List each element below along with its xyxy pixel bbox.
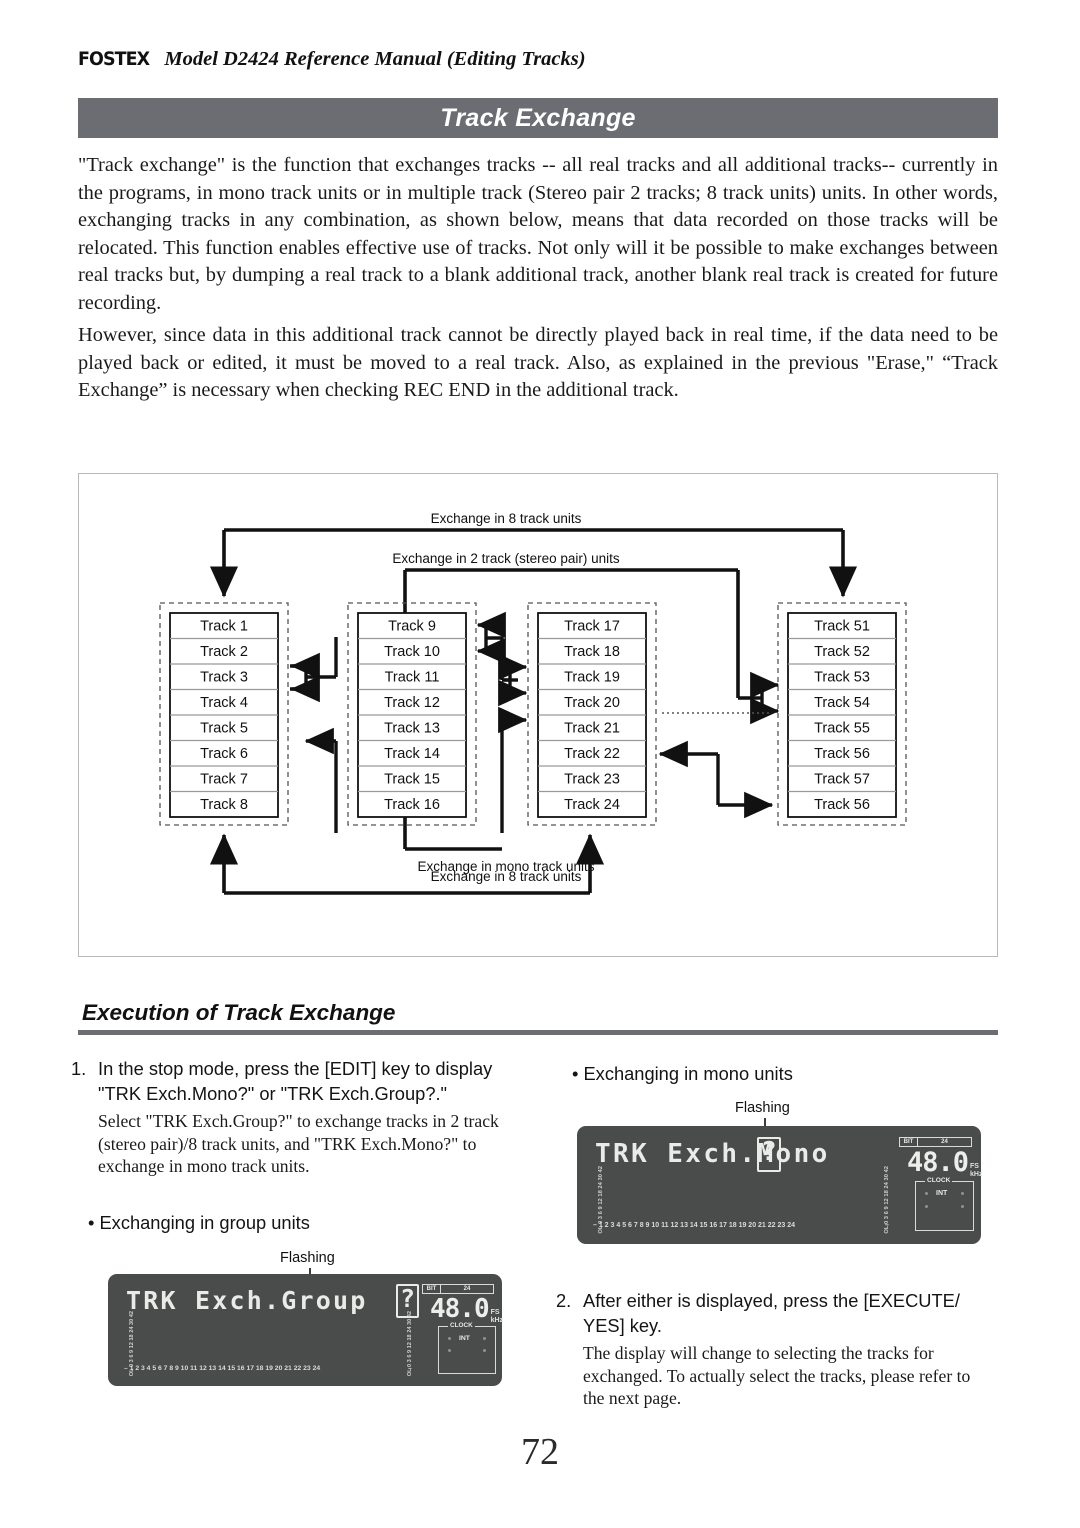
lcd-group-fs-unit-bottom: kHz <box>490 1316 504 1324</box>
track-cell: Track 52 <box>814 644 870 660</box>
lcd-group-clock-box: CLOCK INT <box>438 1322 496 1374</box>
lcd-group-meter-numbers-right: – <box>408 1365 412 1372</box>
lcd-group-clock-dot-1 <box>448 1337 451 1340</box>
lcd-group-fs-unit-top: FS <box>490 1309 500 1317</box>
track-cell: Track 12 <box>384 695 440 711</box>
track-exchange-diagram: Exchange in 8 track units Exchange in 2 … <box>159 511 907 895</box>
track-cell: Track 54 <box>814 695 870 711</box>
lcd-mono-clock-label: CLOCK <box>925 1177 953 1184</box>
lcd-mono-meter-numbers-right: – <box>885 1222 889 1229</box>
lcd-mono-bit-label: BIT <box>899 1137 918 1147</box>
track-cell: Track 8 <box>200 797 248 813</box>
manual-title: Model D2424 Reference Manual (Editing Tr… <box>164 48 586 70</box>
lcd-mono-fs-number: 48.0 <box>907 1147 969 1178</box>
step-1-number: 1. <box>71 1058 87 1079</box>
track-cell: Track 56 <box>814 797 870 813</box>
track-cell: Track 55 <box>814 721 870 737</box>
lcd-mono-bit-row: BIT 24 <box>899 1137 972 1147</box>
section-rule <box>78 1030 998 1035</box>
lcd-mono-flashing-char: ? <box>761 1137 777 1167</box>
intro-paragraph-1: "Track exchange" is the function that ex… <box>78 154 998 314</box>
lcd-group-meter-numbers: – 1 2 3 4 5 6 7 8 9 10 11 12 13 14 15 16… <box>124 1365 321 1372</box>
lcd-group-clock-label: CLOCK <box>448 1322 475 1329</box>
track-cell: Track 13 <box>384 721 440 737</box>
track-cell: Track 17 <box>564 619 620 635</box>
track-cell: Track 20 <box>564 695 620 711</box>
lcd-display-group[interactable]: TRK Exch.Group ? OL 0 3 6 9 12 18 24 30 … <box>108 1274 503 1386</box>
lcd-mono-text: TRK Exch.Mono <box>595 1139 830 1169</box>
figure-label-bottom-8track: Exchange in 8 track units <box>431 869 582 884</box>
flashing-label-group: Flashing <box>280 1250 335 1266</box>
track-cell: Track 53 <box>814 670 870 686</box>
lcd-group-text: TRK Exch.Group <box>126 1286 368 1315</box>
track-cell: Track 21 <box>564 721 620 737</box>
track-cell: Track 10 <box>384 644 440 660</box>
lcd-mono-bit-value: 24 <box>918 1137 972 1147</box>
track-cell: Track 51 <box>814 619 870 635</box>
track-cell: Track 4 <box>200 695 248 711</box>
track-cell: Track 57 <box>814 772 870 788</box>
lcd-mono-fs-row: 48.0 FS kHz <box>907 1147 982 1178</box>
track-cell: Track 14 <box>384 746 440 762</box>
track-cell: Track 6 <box>200 746 248 762</box>
page-header: FOSTEX Model D2424 Reference Manual (Edi… <box>78 48 998 76</box>
lcd-group-clock-dot-4 <box>483 1349 486 1352</box>
lcd-mono-meter-numbers: – 1 2 3 4 5 6 7 8 9 10 11 12 13 14 15 16… <box>593 1222 796 1229</box>
intro-paragraph-2: However, since data in this additional t… <box>78 324 998 401</box>
bullet-mono-units: • Exchanging in mono units <box>572 1063 793 1084</box>
lcd-group-bit-value: 24 <box>441 1284 494 1294</box>
track-cell: Track 56 <box>814 746 870 762</box>
track-cell: Track 24 <box>564 797 620 813</box>
track-cell: Track 5 <box>200 721 248 737</box>
track-cell: Track 16 <box>384 797 440 813</box>
figure-label-top-8track: Exchange in 8 track units <box>431 511 582 526</box>
lcd-mono-clock-dot-4 <box>961 1205 964 1208</box>
lcd-group-flashing-char: ? <box>400 1284 416 1313</box>
section-heading: Execution of Track Exchange <box>82 1000 396 1025</box>
track-cell: Track 22 <box>564 746 620 762</box>
lcd-mono-fs-unit-bottom: kHz <box>970 1170 983 1178</box>
lcd-mono-fs-unit-top: FS <box>970 1163 979 1171</box>
track-cell: Track 7 <box>200 772 248 788</box>
lcd-mono-clock-dot-3 <box>925 1205 928 1208</box>
track-cell: Track 18 <box>564 644 620 660</box>
track-cell: Track 1 <box>200 619 248 635</box>
lcd-mono-clock-value: INT <box>936 1190 948 1197</box>
step-2-body: The display will change to selecting the… <box>583 1343 971 1409</box>
lcd-group-clock-dot-3 <box>448 1349 451 1352</box>
track-cell: Track 9 <box>388 619 436 635</box>
track-cell: Track 3 <box>200 670 248 686</box>
lcd-group-bit-label: BIT <box>422 1284 441 1294</box>
step-2: 2. After either is displayed, press the … <box>556 1288 988 1410</box>
track-cell: Track 19 <box>564 670 620 686</box>
lcd-mono-clock-dot-2 <box>961 1192 964 1195</box>
bullet-group-units: • Exchanging in group units <box>88 1212 310 1233</box>
lcd-display-mono[interactable]: TRK Exch.Mono ? OL 0 3 6 9 12 18 24 30 4… <box>577 1126 982 1244</box>
fostex-logo: FOSTEX <box>78 48 150 70</box>
track-cell: Track 11 <box>385 670 440 686</box>
lcd-mono-clock-box: CLOCK INT <box>915 1177 974 1231</box>
page-number: 72 <box>521 1431 559 1473</box>
track-cell: Track 23 <box>564 772 620 788</box>
lcd-group-clock-dot-2 <box>483 1337 486 1340</box>
track-cell: Track 2 <box>200 644 248 660</box>
lcd-mono-flashing-char-box: ? <box>757 1137 781 1172</box>
step-1-lead: In the stop mode, press the [EDIT] key t… <box>98 1058 493 1104</box>
step-2-lead: After either is displayed, press the [EX… <box>583 1290 960 1336</box>
lcd-group-fs-row: 48.0 FS kHz <box>430 1294 503 1324</box>
figure-label-stereo: Exchange in 2 track (stereo pair) units <box>392 551 620 566</box>
banner-title: Track Exchange <box>440 103 636 132</box>
step-1: 1. In the stop mode, press the [EDIT] ke… <box>71 1056 531 1178</box>
section-banner: Track Exchange <box>78 98 998 138</box>
flashing-label-mono: Flashing <box>735 1100 790 1116</box>
lcd-group-clock-value: INT <box>459 1335 470 1342</box>
lcd-group-fs-number: 48.0 <box>430 1294 490 1324</box>
step-1-body: Select "TRK Exch.Group?" to exchange tra… <box>98 1111 499 1177</box>
lcd-mono-clock-dot-1 <box>925 1192 928 1195</box>
lcd-group-bit-row: BIT 24 <box>422 1284 494 1294</box>
track-cell: Track 15 <box>384 772 440 788</box>
step-2-number: 2. <box>556 1290 572 1311</box>
